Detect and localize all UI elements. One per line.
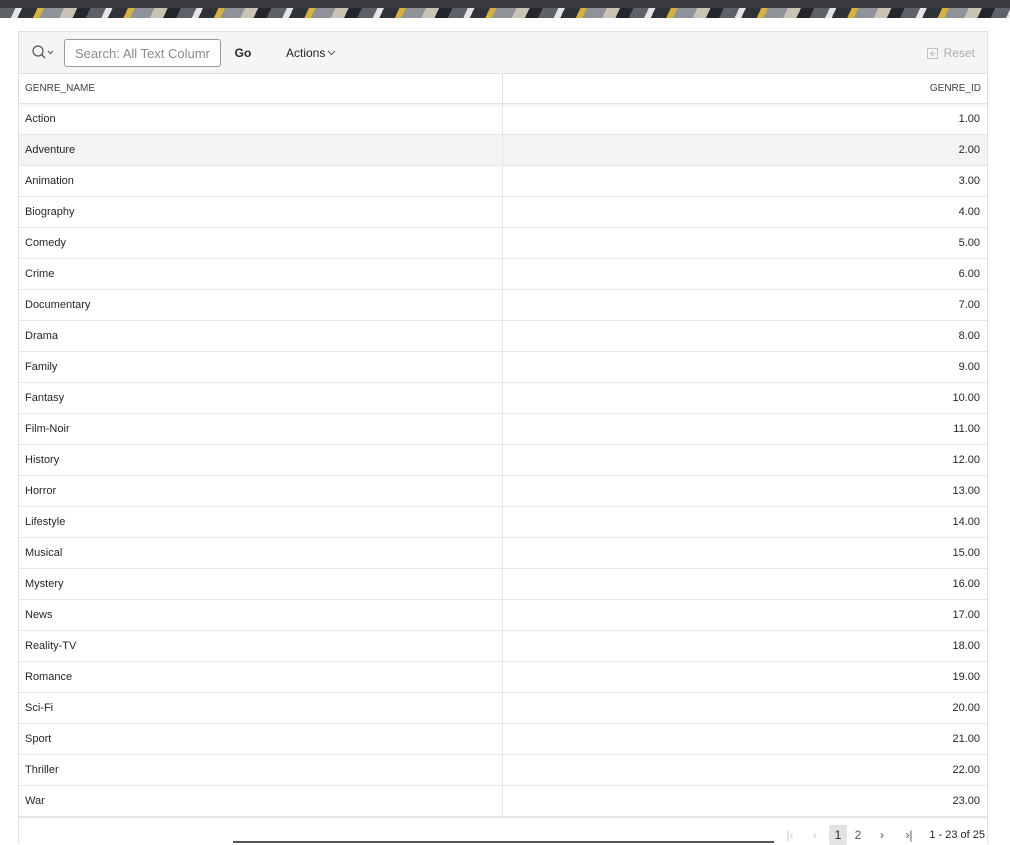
cell-genre-id[interactable]: 13.00 bbox=[503, 476, 987, 506]
cell-genre-id[interactable]: 9.00 bbox=[503, 352, 987, 382]
table-row[interactable]: War 23.00 bbox=[19, 786, 987, 817]
interactive-grid-region: Go Actions Reset GENRE_NAME GENRE_ID Act… bbox=[18, 31, 988, 845]
cell-genre-id[interactable]: 11.00 bbox=[503, 414, 987, 444]
header-banner bbox=[0, 0, 1010, 18]
cell-genre-name[interactable]: Lifestyle bbox=[19, 507, 503, 537]
cell-genre-id[interactable]: 23.00 bbox=[503, 786, 987, 816]
table-row[interactable]: Mystery 16.00 bbox=[19, 569, 987, 600]
cell-genre-id[interactable]: 10.00 bbox=[503, 383, 987, 413]
cell-genre-name[interactable]: Mystery bbox=[19, 569, 503, 599]
banner-pattern bbox=[0, 8, 1010, 18]
cell-genre-name[interactable]: History bbox=[19, 445, 503, 475]
cell-genre-id[interactable]: 16.00 bbox=[503, 569, 987, 599]
table-row[interactable]: Crime 6.00 bbox=[19, 259, 987, 290]
cell-genre-name[interactable]: War bbox=[19, 786, 503, 816]
table-row[interactable]: Horror 13.00 bbox=[19, 476, 987, 507]
actions-menu-button[interactable]: Actions bbox=[282, 39, 340, 67]
actions-label: Actions bbox=[286, 46, 326, 60]
table-row[interactable]: Musical 15.00 bbox=[19, 538, 987, 569]
cell-genre-name[interactable]: Animation bbox=[19, 166, 503, 196]
cell-genre-name[interactable]: Thriller bbox=[19, 755, 503, 785]
cell-genre-name[interactable]: Sport bbox=[19, 724, 503, 754]
reset-button[interactable]: Reset bbox=[926, 39, 975, 67]
cell-genre-id[interactable]: 3.00 bbox=[503, 166, 987, 196]
search-columns-menu[interactable] bbox=[31, 44, 57, 62]
reset-label: Reset bbox=[943, 46, 975, 60]
table-row[interactable]: Film-Noir 11.00 bbox=[19, 414, 987, 445]
cell-genre-id[interactable]: 14.00 bbox=[503, 507, 987, 537]
first-page-button[interactable]: |‹ bbox=[782, 825, 798, 845]
grid-body: Action 1.00 Adventure 2.00 Animation 3.00 Biog… bbox=[19, 104, 987, 817]
table-row[interactable]: History 12.00 bbox=[19, 445, 987, 476]
chevron-down-icon bbox=[47, 50, 54, 55]
cell-genre-name[interactable]: Sci-Fi bbox=[19, 693, 503, 723]
cell-genre-id[interactable]: 6.00 bbox=[503, 259, 987, 289]
header-bar bbox=[0, 0, 1010, 8]
table-row[interactable]: Fantasy 10.00 bbox=[19, 383, 987, 414]
table-row[interactable]: Action 1.00 bbox=[19, 104, 987, 135]
table-row[interactable]: Biography 4.00 bbox=[19, 197, 987, 228]
cell-genre-id[interactable]: 5.00 bbox=[503, 228, 987, 258]
chevron-down-icon bbox=[328, 50, 336, 56]
grid-toolbar: Go Actions Reset bbox=[19, 32, 987, 74]
table-row[interactable]: News 17.00 bbox=[19, 600, 987, 631]
table-row[interactable]: Sci-Fi 20.00 bbox=[19, 693, 987, 724]
table-row[interactable]: Sport 21.00 bbox=[19, 724, 987, 755]
grid-column-headers: GENRE_NAME GENRE_ID bbox=[19, 74, 987, 104]
search-input[interactable] bbox=[64, 39, 221, 67]
cell-genre-id[interactable]: 12.00 bbox=[503, 445, 987, 475]
cell-genre-name[interactable]: Film-Noir bbox=[19, 414, 503, 444]
next-page-button[interactable]: › bbox=[875, 825, 889, 845]
cell-genre-name[interactable]: Family bbox=[19, 352, 503, 382]
cell-genre-name[interactable]: Adventure bbox=[19, 135, 503, 165]
cell-genre-name[interactable]: Horror bbox=[19, 476, 503, 506]
last-page-button[interactable]: ›| bbox=[900, 825, 918, 845]
column-header-genre-name[interactable]: GENRE_NAME bbox=[19, 74, 503, 103]
cell-genre-name[interactable]: Musical bbox=[19, 538, 503, 568]
table-row[interactable]: Reality-TV 18.00 bbox=[19, 631, 987, 662]
previous-page-button[interactable]: ‹ bbox=[809, 825, 821, 845]
cell-genre-name[interactable]: Biography bbox=[19, 197, 503, 227]
cell-genre-name[interactable]: Action bbox=[19, 104, 503, 134]
cell-genre-name[interactable]: Crime bbox=[19, 259, 503, 289]
table-row[interactable]: Family 9.00 bbox=[19, 352, 987, 383]
table-row[interactable]: Documentary 7.00 bbox=[19, 290, 987, 321]
table-row[interactable]: Thriller 22.00 bbox=[19, 755, 987, 786]
cell-genre-id[interactable]: 15.00 bbox=[503, 538, 987, 568]
page-1-button[interactable]: 1 bbox=[829, 825, 847, 845]
cell-genre-id[interactable]: 8.00 bbox=[503, 321, 987, 351]
cell-genre-name[interactable]: Fantasy bbox=[19, 383, 503, 413]
cell-genre-id[interactable]: 7.00 bbox=[503, 290, 987, 320]
cell-genre-id[interactable]: 18.00 bbox=[503, 631, 987, 661]
cell-genre-id[interactable]: 21.00 bbox=[503, 724, 987, 754]
cell-genre-name[interactable]: Documentary bbox=[19, 290, 503, 320]
page-range-label: 1 - 23 of 25 bbox=[929, 829, 985, 841]
cell-genre-id[interactable]: 1.00 bbox=[503, 104, 987, 134]
cell-genre-id[interactable]: 19.00 bbox=[503, 662, 987, 692]
table-row[interactable]: Romance 19.00 bbox=[19, 662, 987, 693]
table-row[interactable]: Lifestyle 14.00 bbox=[19, 507, 987, 538]
table-row[interactable]: Animation 3.00 bbox=[19, 166, 987, 197]
go-button[interactable]: Go bbox=[229, 39, 257, 67]
cell-genre-name[interactable]: Drama bbox=[19, 321, 503, 351]
cell-genre-name[interactable]: News bbox=[19, 600, 503, 630]
search-icon bbox=[32, 45, 54, 59]
cell-genre-id[interactable]: 4.00 bbox=[503, 197, 987, 227]
column-header-genre-id[interactable]: GENRE_ID bbox=[503, 74, 987, 103]
cell-genre-name[interactable]: Reality-TV bbox=[19, 631, 503, 661]
cell-genre-id[interactable]: 22.00 bbox=[503, 755, 987, 785]
page-2-button[interactable]: 2 bbox=[851, 825, 865, 845]
table-row[interactable]: Drama 8.00 bbox=[19, 321, 987, 352]
reset-icon bbox=[926, 47, 938, 59]
cell-genre-id[interactable]: 20.00 bbox=[503, 693, 987, 723]
cell-genre-name[interactable]: Romance bbox=[19, 662, 503, 692]
table-row[interactable]: Adventure 2.00 bbox=[19, 135, 987, 166]
cell-genre-id[interactable]: 2.00 bbox=[503, 135, 987, 165]
cell-genre-id[interactable]: 17.00 bbox=[503, 600, 987, 630]
table-row[interactable]: Comedy 5.00 bbox=[19, 228, 987, 259]
cell-genre-name[interactable]: Comedy bbox=[19, 228, 503, 258]
